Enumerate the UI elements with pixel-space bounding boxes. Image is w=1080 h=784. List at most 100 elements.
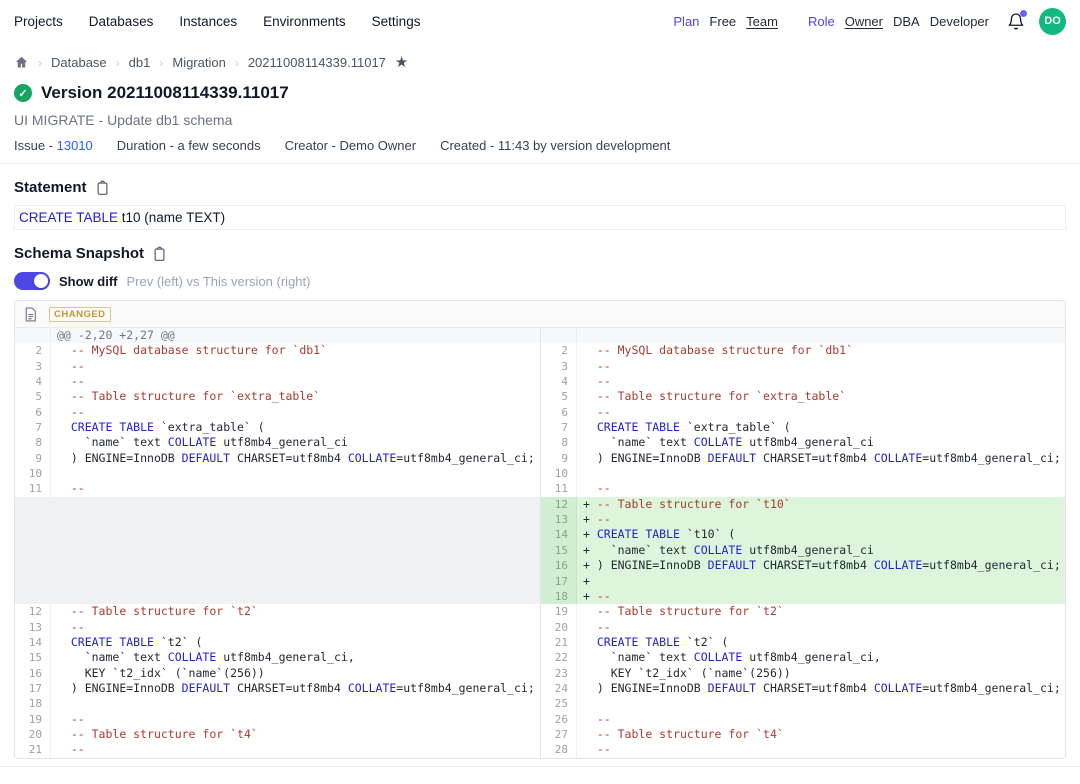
code-line: `name` text COLLATE utf8mb4_general_ci (51, 435, 540, 450)
code-line: + -- (577, 589, 1065, 604)
code-line: ) ENGINE=InnoDB DEFAULT CHARSET=utf8mb4 … (577, 451, 1065, 466)
sql-rest: t10 (name TEXT) (118, 210, 225, 225)
code-line: -- Table structure for `extra_table` (51, 389, 540, 404)
diff-row: 19 --26 -- (15, 712, 1065, 727)
role-developer: Developer (930, 14, 989, 29)
code-line: -- Table structure for `t4` (51, 727, 540, 742)
code-line: CREATE TABLE `extra_table` ( (51, 420, 540, 435)
code-line (51, 466, 540, 481)
issue-link[interactable]: 13010 (57, 138, 93, 153)
code-line (51, 696, 540, 711)
nav-item-settings[interactable]: Settings (372, 14, 421, 29)
nav-item-projects[interactable]: Projects (14, 14, 63, 29)
role-owner-link[interactable]: Owner (845, 14, 883, 29)
diff-row: @@ -2,20 +2,27 @@ (15, 328, 1065, 343)
line-number: 15 (15, 650, 51, 665)
duration-meta: Duration - a few seconds (117, 138, 261, 153)
code-line: + -- (577, 512, 1065, 527)
line-number: 25 (541, 696, 577, 711)
line-number: 10 (15, 466, 51, 481)
statement-section-header: Statement (0, 164, 1080, 196)
diff-row: 5 -- Table structure for `extra_table`5 … (15, 389, 1065, 404)
diff-filler (15, 589, 540, 604)
plan-label: Plan (673, 14, 699, 29)
diff-filler (15, 512, 540, 527)
nav-links: Projects Databases Instances Environment… (14, 14, 420, 29)
line-number: 16 (541, 558, 577, 573)
code-line: -- (51, 712, 540, 727)
diff-row: 18+ -- (15, 589, 1065, 604)
code-line: -- (577, 712, 1065, 727)
code-line: -- (577, 405, 1065, 420)
diff-row: 9 ) ENGINE=InnoDB DEFAULT CHARSET=utf8mb… (15, 451, 1065, 466)
statement-heading: Statement (14, 179, 87, 196)
breadcrumb-version[interactable]: 20211008114339.11017 (248, 55, 386, 70)
line-number: 13 (541, 512, 577, 527)
copy-statement-icon[interactable] (95, 180, 110, 196)
breadcrumb-migration[interactable]: Migration (172, 55, 225, 70)
nav-item-databases[interactable]: Databases (89, 14, 154, 29)
diff-row: 16+ ) ENGINE=InnoDB DEFAULT CHARSET=utf8… (15, 558, 1065, 573)
show-diff-toggle[interactable] (14, 272, 50, 290)
line-number: 18 (15, 696, 51, 711)
home-icon[interactable] (14, 55, 29, 70)
breadcrumb-separator: › (235, 56, 239, 70)
line-number: 17 (541, 574, 577, 589)
diff-filler (15, 497, 540, 512)
code-line: -- (577, 620, 1065, 635)
diff-row: 13 --20 -- (15, 620, 1065, 635)
plan-team-link[interactable]: Team (746, 14, 778, 29)
line-number: 2 (541, 343, 577, 358)
diff-row: 4 --4 -- (15, 374, 1065, 389)
diff-row: 16 KEY `t2_idx` (`name`(256))23 KEY `t2_… (15, 666, 1065, 681)
line-number: 18 (541, 589, 577, 604)
line-number: 5 (15, 389, 51, 404)
breadcrumb-db1[interactable]: db1 (129, 55, 151, 70)
notification-bell-icon[interactable] (1007, 12, 1025, 31)
line-number: 13 (15, 620, 51, 635)
line-number: 11 (15, 481, 51, 496)
code-line: -- (51, 481, 540, 496)
code-line: + ) ENGINE=InnoDB DEFAULT CHARSET=utf8mb… (577, 558, 1065, 573)
nav-item-instances[interactable]: Instances (179, 14, 237, 29)
code-line: CREATE TABLE `t2` ( (577, 635, 1065, 650)
line-number: 28 (541, 742, 577, 757)
code-line: `name` text COLLATE utf8mb4_general_ci, (577, 650, 1065, 665)
line-number (541, 328, 577, 343)
code-line: `name` text COLLATE utf8mb4_general_ci, (51, 650, 540, 665)
diff-row: 12 -- Table structure for `t2`19 -- Tabl… (15, 604, 1065, 619)
snapshot-section-header: Schema Snapshot (0, 230, 1080, 262)
line-number: 7 (15, 420, 51, 435)
copy-snapshot-icon[interactable] (152, 246, 167, 262)
sql-keyword: CREATE TABLE (19, 210, 118, 225)
line-number: 21 (541, 635, 577, 650)
show-diff-label: Show diff (59, 274, 118, 289)
line-number: 20 (541, 620, 577, 635)
diff-row: 15+ `name` text COLLATE utf8mb4_general_… (15, 543, 1065, 558)
code-line: -- MySQL database structure for `db1` (577, 343, 1065, 358)
success-check-icon: ✓ (14, 84, 32, 102)
line-number: 16 (15, 666, 51, 681)
line-number: 8 (15, 435, 51, 450)
diff-rows: @@ -2,20 +2,27 @@2 -- MySQL database str… (15, 328, 1065, 758)
diff-row: 17 ) ENGINE=InnoDB DEFAULT CHARSET=utf8m… (15, 681, 1065, 696)
line-number: 4 (15, 374, 51, 389)
breadcrumb-separator: › (38, 56, 42, 70)
breadcrumb-database[interactable]: Database (51, 55, 107, 70)
line-number: 14 (15, 635, 51, 650)
line-number: 23 (541, 666, 577, 681)
avatar[interactable]: DO (1039, 8, 1066, 35)
issue-meta: Issue - 13010 (14, 138, 93, 153)
code-line: ) ENGINE=InnoDB DEFAULT CHARSET=utf8mb4 … (51, 451, 540, 466)
nav-item-environments[interactable]: Environments (263, 14, 346, 29)
line-number (15, 328, 51, 343)
page-title: Version 20211008114339.11017 (41, 83, 289, 103)
code-line: CREATE TABLE `t2` ( (51, 635, 540, 650)
favorite-star-icon[interactable]: ★ (395, 55, 408, 70)
issue-label: Issue - (14, 138, 53, 153)
line-number: 21 (15, 742, 51, 757)
code-line (577, 466, 1065, 481)
code-line: -- Table structure for `t4` (577, 727, 1065, 742)
diff-row: 2 -- MySQL database structure for `db1`2… (15, 343, 1065, 358)
line-number: 12 (15, 604, 51, 619)
